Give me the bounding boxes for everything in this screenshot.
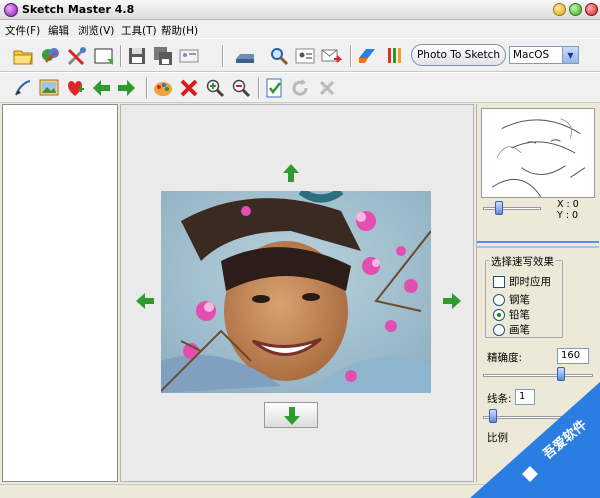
open-folder-icon[interactable] — [12, 45, 34, 67]
draw-icon[interactable] — [12, 77, 34, 99]
app-icon — [4, 3, 18, 17]
photo-preview[interactable] — [161, 191, 431, 393]
arrow-down-button[interactable] — [264, 402, 318, 428]
menu-tools[interactable]: 工具(T) — [121, 23, 157, 38]
tools-icon[interactable] — [66, 45, 88, 67]
checkbox[interactable] — [493, 275, 505, 288]
save-all-icon[interactable] — [152, 45, 174, 67]
secondary-toolbar — [0, 72, 600, 103]
sketch-thumbnail — [481, 108, 595, 198]
toolbar-separator — [258, 77, 260, 99]
sketch-effect-title: 选择速写效果 — [489, 254, 556, 269]
apply-icon[interactable] — [264, 77, 286, 99]
watermark-logo — [470, 382, 600, 498]
maximize-button[interactable] — [569, 3, 582, 16]
style-select[interactable]: MacOS ▼ — [509, 46, 579, 64]
coord-x-label: X : 0 — [557, 199, 579, 210]
menu-browse[interactable]: 浏览(V) — [78, 23, 114, 38]
precision-slider-track[interactable] — [483, 374, 593, 377]
preview-slider-thumb[interactable] — [495, 201, 503, 215]
radio[interactable] — [493, 293, 505, 306]
new-canvas-icon[interactable] — [93, 45, 115, 67]
style-radio-brush[interactable]: 画笔 — [493, 322, 530, 337]
scanner-icon[interactable] — [234, 45, 256, 67]
style-radio-pen[interactable]: 钢笔 — [493, 292, 530, 307]
precision-label: 精确度: — [487, 352, 523, 364]
divider — [477, 241, 599, 243]
window-title: Sketch Master 4.8 — [22, 3, 135, 16]
precision-input[interactable]: 160 — [557, 348, 589, 364]
menu-bar: 文件(F) 编辑 浏览(V) 工具(T) 帮助(H) — [0, 20, 600, 38]
menu-edit[interactable]: 编辑 — [48, 23, 69, 38]
contact-card-icon[interactable] — [294, 45, 316, 67]
toolbar-separator — [222, 45, 224, 67]
style-select-value: MacOS — [513, 49, 550, 61]
swap-icon[interactable] — [356, 45, 378, 67]
zoom-out-icon[interactable] — [230, 77, 252, 99]
menu-help[interactable]: 帮助(H) — [161, 23, 198, 38]
style-label-brush: 画笔 — [509, 324, 530, 336]
magic-icon[interactable] — [40, 45, 62, 67]
arrow-right-icon[interactable] — [116, 77, 138, 99]
zoom-icon[interactable] — [268, 45, 290, 67]
brushes-icon[interactable] — [383, 45, 405, 67]
id-card-icon[interactable] — [178, 45, 200, 67]
close-button[interactable] — [585, 3, 598, 16]
delete-icon[interactable] — [178, 77, 200, 99]
preview-slider-track[interactable] — [483, 207, 541, 210]
style-label-pencil: 铅笔 — [509, 309, 530, 321]
minimize-button[interactable] — [553, 3, 566, 16]
style-radio-pencil[interactable]: 铅笔 — [493, 307, 530, 322]
style-label-pen: 钢笔 — [509, 294, 530, 306]
divider — [477, 246, 599, 248]
arrow-left-icon[interactable] — [134, 290, 156, 312]
heart-add-icon[interactable] — [64, 77, 86, 99]
toolbar-separator — [120, 45, 122, 67]
title-bar: Sketch Master 4.8 — [0, 0, 600, 20]
redo-icon[interactable] — [290, 77, 312, 99]
toolbar-separator — [146, 77, 148, 99]
instant-apply-checkbox[interactable]: 即时应用 — [493, 274, 551, 289]
chevron-down-icon[interactable]: ▼ — [562, 47, 578, 63]
radio[interactable] — [493, 323, 505, 336]
toolbar-separator — [350, 45, 352, 67]
palette-icon[interactable] — [152, 77, 174, 99]
coord-y-label: Y : 0 — [557, 210, 579, 221]
radio-selected[interactable] — [493, 308, 505, 321]
photo-to-sketch-button[interactable]: Photo To Sketch — [411, 44, 506, 66]
arrow-down-icon — [284, 407, 300, 425]
menu-file[interactable]: 文件(F) — [5, 23, 40, 38]
canvas-area[interactable] — [120, 104, 474, 482]
save-icon[interactable] — [126, 45, 148, 67]
send-mail-icon[interactable] — [320, 45, 342, 67]
arrow-left-icon[interactable] — [90, 77, 112, 99]
file-list-panel[interactable] — [2, 104, 118, 482]
zoom-in-icon[interactable] — [204, 77, 226, 99]
cancel-icon[interactable] — [316, 77, 338, 99]
arrow-up-icon[interactable] — [280, 162, 302, 184]
arrow-right-icon[interactable] — [441, 290, 463, 312]
instant-apply-label: 即时应用 — [509, 276, 551, 288]
picture-icon[interactable] — [38, 77, 60, 99]
precision-slider-thumb[interactable] — [557, 367, 565, 381]
